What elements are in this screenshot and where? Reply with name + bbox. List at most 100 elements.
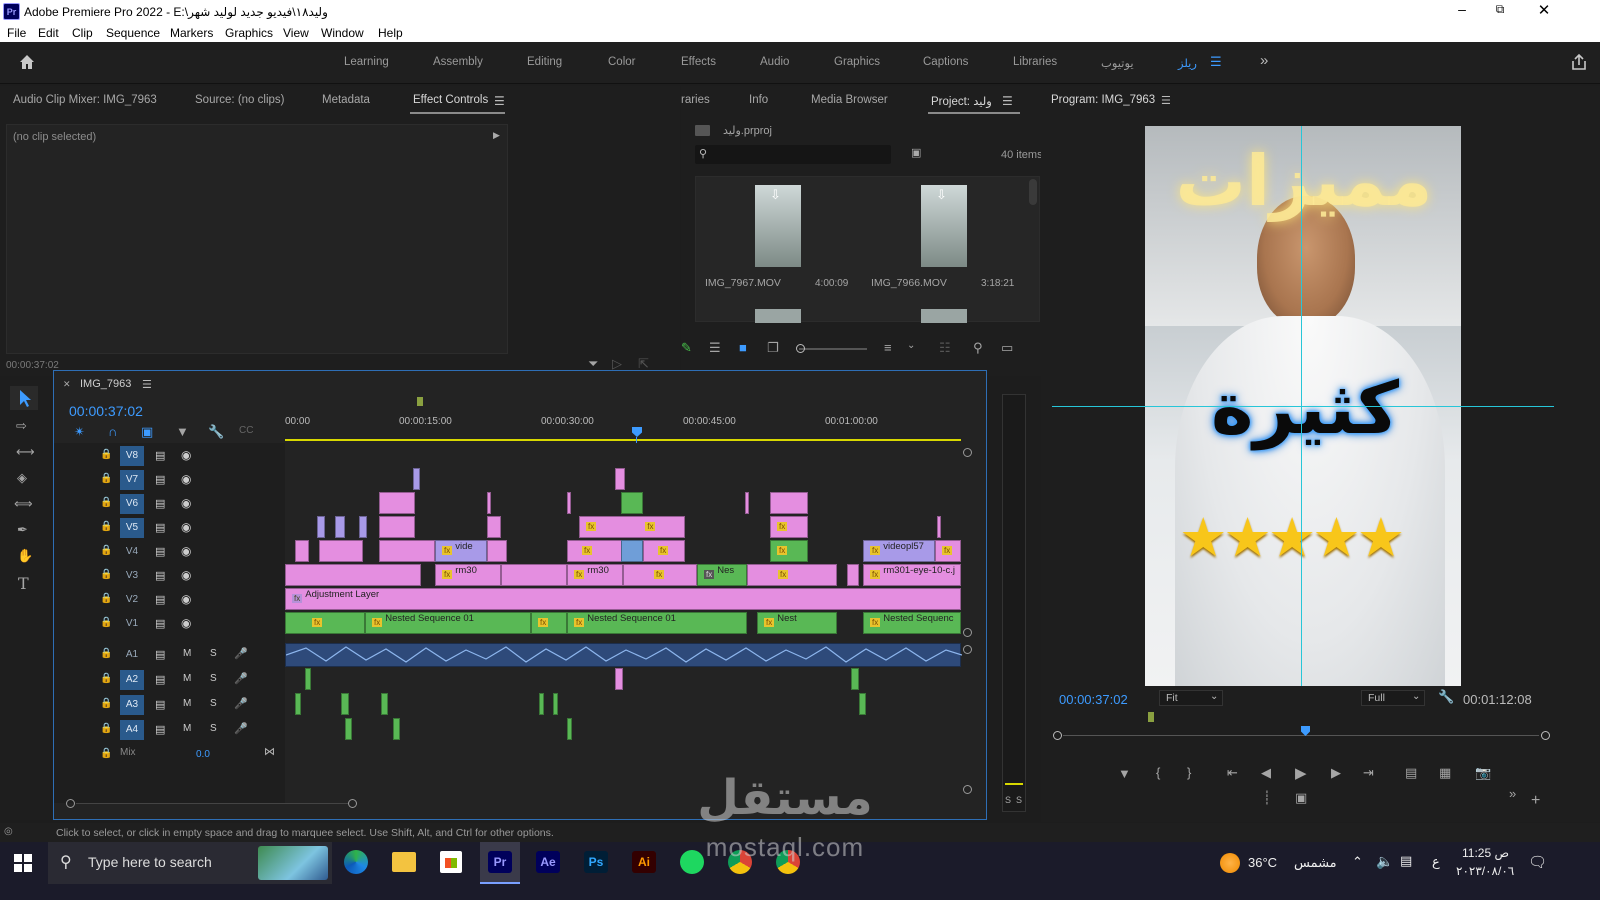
timeline-clip[interactable] — [501, 564, 567, 586]
lock-icon[interactable]: 🔒 — [100, 593, 112, 604]
workspace-youtube[interactable]: يوتيوب — [1101, 56, 1134, 70]
tab-metadata[interactable]: Metadata — [322, 94, 370, 106]
sync-lock-icon[interactable]: ▤ — [155, 449, 165, 462]
timeline-clip[interactable] — [621, 492, 643, 514]
export-frame-button[interactable]: 📷 — [1475, 765, 1491, 781]
timeline-clip[interactable] — [487, 540, 507, 562]
audio-clip-a1[interactable] — [285, 643, 963, 667]
vertical-zoom-handle[interactable] — [963, 448, 972, 457]
eye-icon[interactable]: ◉ — [181, 616, 191, 630]
sync-lock-icon[interactable]: ▤ — [155, 545, 165, 558]
timeline-clip[interactable] — [295, 540, 309, 562]
microphone-icon[interactable]: 🎤 — [234, 697, 248, 710]
timeline-settings-icon[interactable]: 🔧 — [208, 424, 224, 440]
track-target-v3[interactable]: V3 — [120, 566, 144, 586]
timeline-clip-vide[interactable]: fx vide — [435, 540, 487, 562]
mute-button[interactable]: M — [183, 698, 191, 709]
sync-lock-icon[interactable]: ▤ — [155, 521, 165, 534]
microphone-icon[interactable]: 🎤 — [234, 647, 248, 660]
audio-clip[interactable] — [553, 693, 558, 715]
sync-lock-icon[interactable]: ▤ — [155, 673, 165, 686]
menu-view[interactable]: View — [283, 26, 309, 40]
timeline-clip-nested-sequence[interactable]: fx Nested Sequence 01 — [567, 612, 747, 634]
workspace-editing[interactable]: Editing — [527, 56, 562, 68]
captions-icon[interactable]: CC — [239, 425, 253, 436]
project-scrollbar[interactable] — [1029, 179, 1037, 205]
add-marker-button[interactable]: ▼ — [1118, 766, 1131, 781]
menu-graphics[interactable]: Graphics — [225, 26, 273, 40]
weather-icon[interactable] — [1220, 853, 1240, 873]
taskbar-search[interactable]: ⚲ Type here to search — [48, 842, 332, 884]
audio-clip[interactable] — [295, 693, 301, 715]
timeline-clip[interactable] — [487, 516, 501, 538]
store-icon[interactable] — [440, 851, 462, 873]
lock-icon[interactable]: 🔒 — [100, 497, 112, 508]
go-to-out-button[interactable]: ⇥ — [1363, 765, 1374, 781]
timeline-clip[interactable] — [359, 516, 367, 538]
tab-libraries[interactable]: raries — [681, 94, 710, 106]
freeform-view-icon[interactable]: ❐ — [767, 340, 779, 356]
workspace-learning[interactable]: Learning — [344, 56, 389, 68]
track-target-a1[interactable]: A1 — [120, 645, 144, 665]
track-target-v5[interactable]: V5 — [120, 518, 144, 538]
timeline-clip[interactable]: fx fx — [579, 516, 685, 538]
workspace-effects[interactable]: Effects — [681, 56, 716, 68]
eye-icon[interactable]: ◉ — [181, 472, 191, 486]
sort-icon[interactable]: ≡ — [884, 340, 892, 355]
eye-icon[interactable]: ◉ — [181, 544, 191, 558]
mix-value[interactable]: 0.0 — [196, 749, 210, 760]
lock-icon[interactable]: 🔒 — [100, 673, 112, 684]
audio-clip[interactable] — [851, 668, 859, 690]
timeline-clip[interactable] — [621, 540, 643, 562]
lock-icon[interactable]: 🔒 — [100, 648, 112, 659]
timeline-clip[interactable] — [770, 492, 808, 514]
project-item-thumbnail[interactable]: ⇩ — [755, 185, 801, 267]
windows-start-icon[interactable] — [14, 854, 32, 872]
sync-lock-icon[interactable]: ▤ — [155, 497, 165, 510]
project-item-thumbnail[interactable] — [755, 309, 801, 323]
extract-button[interactable]: ▦ — [1439, 765, 1451, 781]
zoom-slider[interactable] — [796, 344, 867, 353]
clock-time[interactable]: 11:25 ص — [1462, 846, 1509, 860]
program-scrub-bar[interactable] — [1053, 726, 1550, 742]
track-target-a2[interactable]: A2 — [120, 670, 144, 690]
audio-clip[interactable] — [341, 693, 349, 715]
in-marker[interactable] — [417, 397, 423, 406]
linked-selection-icon[interactable]: ▣ — [141, 424, 153, 440]
eye-icon[interactable]: ◉ — [181, 496, 191, 510]
lock-icon[interactable]: 🔒 — [100, 569, 112, 580]
playhead-timecode[interactable]: 00:00:37:02 — [69, 403, 143, 419]
menu-sequence[interactable]: Sequence — [106, 26, 160, 40]
notifications-icon[interactable]: 🗨 — [1528, 853, 1547, 871]
timeline-clip[interactable]: fx — [747, 564, 837, 586]
solo-button[interactable]: S — [210, 723, 217, 734]
add-marker-icon[interactable]: ▼ — [176, 424, 189, 439]
timeline-clip[interactable]: fx — [770, 540, 808, 562]
vertical-zoom-handle[interactable] — [963, 628, 972, 637]
quality-dropdown[interactable]: Full ⌄ — [1361, 690, 1425, 706]
solo-button[interactable]: S — [210, 648, 217, 659]
solo-left-button[interactable]: S — [1005, 795, 1011, 805]
sequence-menu-icon[interactable]: ☰ — [142, 378, 152, 391]
timeline-clip-nes[interactable]: fx Nes — [697, 564, 747, 586]
weather-temp[interactable]: 36°C — [1248, 855, 1277, 870]
timeline-clip[interactable] — [615, 468, 625, 490]
audio-clip[interactable] — [567, 718, 572, 740]
minimize-button[interactable]: – — [1448, 1, 1476, 21]
project-panel-menu-icon[interactable]: ☰ — [1002, 94, 1013, 108]
icon-view-icon[interactable]: ■ — [739, 340, 747, 355]
timeline-clip[interactable]: fx — [567, 540, 623, 562]
scroll-handle-left[interactable] — [66, 799, 75, 808]
timeline-clip[interactable]: fx — [770, 516, 808, 538]
tab-info[interactable]: Info — [749, 94, 768, 106]
language-indicator[interactable]: ع — [1432, 854, 1440, 870]
tab-project[interactable]: Project: وليد — [931, 94, 992, 108]
timeline-clip[interactable] — [379, 540, 435, 562]
program-menu-icon[interactable]: ☰ — [1161, 94, 1171, 107]
sync-lock-icon[interactable]: ▤ — [155, 723, 165, 736]
in-point-marker[interactable] — [1148, 712, 1154, 722]
tab-effect-controls[interactable]: Effect Controls — [413, 94, 488, 106]
track-target-a3[interactable]: A3 — [120, 695, 144, 715]
timeline-clip[interactable] — [319, 540, 363, 562]
timeline-clip[interactable]: fx — [623, 564, 697, 586]
